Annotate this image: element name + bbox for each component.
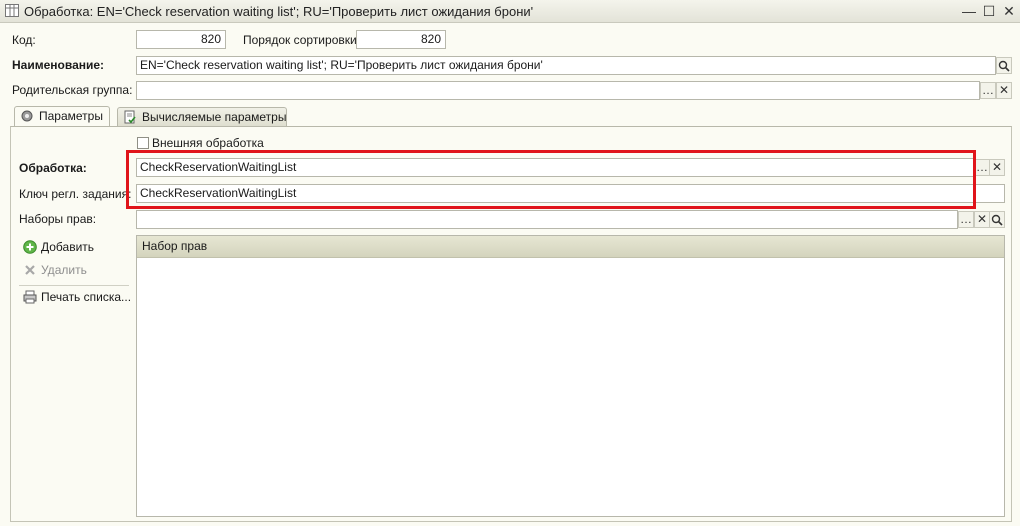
- rights-sets-search-icon[interactable]: [989, 211, 1005, 228]
- processing-label: Обработка:: [19, 161, 87, 175]
- add-icon: [23, 240, 37, 254]
- window-title: Обработка: EN='Check reservation waiting…: [24, 4, 534, 19]
- processing-clear-icon[interactable]: ✕: [989, 159, 1005, 176]
- print-list-button[interactable]: Печать списка...: [23, 290, 133, 306]
- external-processing-checkbox[interactable]: [137, 137, 149, 149]
- parent-group-field[interactable]: [136, 81, 980, 100]
- column-header-rights-set[interactable]: Набор прав: [142, 239, 207, 253]
- print-list-label: Печать списка...: [41, 290, 132, 304]
- print-icon: [23, 290, 37, 304]
- external-processing-label: Внешняя обработка: [152, 136, 264, 150]
- job-key-label: Ключ регл. задания:: [19, 187, 132, 201]
- title-bar: Обработка: EN='Check reservation waiting…: [0, 0, 1020, 23]
- tab-computed-parameters-label: Вычисляемые параметры: [142, 110, 287, 124]
- rights-table[interactable]: Набор прав: [136, 235, 1005, 517]
- table-header: Набор прав: [137, 236, 1004, 258]
- parent-group-label: Родительская группа:: [12, 83, 133, 97]
- processing-select-button[interactable]: …: [974, 159, 990, 176]
- tab-computed-parameters[interactable]: Вычисляемые параметры: [117, 107, 287, 126]
- maximize-icon[interactable]: ☐: [980, 2, 998, 20]
- delete-label: Удалить: [41, 263, 87, 277]
- sort-order-label: Порядок сортировки:: [243, 33, 361, 47]
- command-divider: [19, 285, 129, 286]
- minimize-icon[interactable]: —: [960, 2, 978, 20]
- rights-sets-clear-icon[interactable]: ✕: [974, 211, 990, 228]
- rights-sets-select-button[interactable]: …: [958, 211, 974, 228]
- tab-parameters[interactable]: Параметры: [14, 106, 110, 127]
- rights-sets-field[interactable]: [136, 210, 958, 229]
- highlight-frame: [126, 150, 976, 209]
- gear-icon: [21, 110, 33, 122]
- add-button[interactable]: Добавить: [23, 240, 123, 256]
- rights-sets-label: Наборы прав:: [19, 212, 97, 226]
- name-label: Наименование:: [12, 58, 105, 72]
- tab-parameters-label: Параметры: [39, 109, 103, 123]
- select-button[interactable]: …: [980, 82, 996, 99]
- close-icon[interactable]: ✕: [1000, 2, 1018, 20]
- code-label: Код:: [12, 33, 36, 47]
- code-field[interactable]: 820: [136, 30, 226, 49]
- delete-icon: [25, 265, 35, 275]
- delete-button[interactable]: Удалить: [23, 263, 123, 279]
- table-icon: [5, 4, 19, 17]
- document-check-icon: [124, 110, 136, 124]
- clear-icon[interactable]: ✕: [996, 82, 1012, 99]
- add-label: Добавить: [41, 240, 95, 254]
- sort-order-field[interactable]: 820: [356, 30, 446, 49]
- name-field[interactable]: EN='Check reservation waiting list'; RU=…: [136, 56, 996, 75]
- search-icon[interactable]: [996, 57, 1012, 74]
